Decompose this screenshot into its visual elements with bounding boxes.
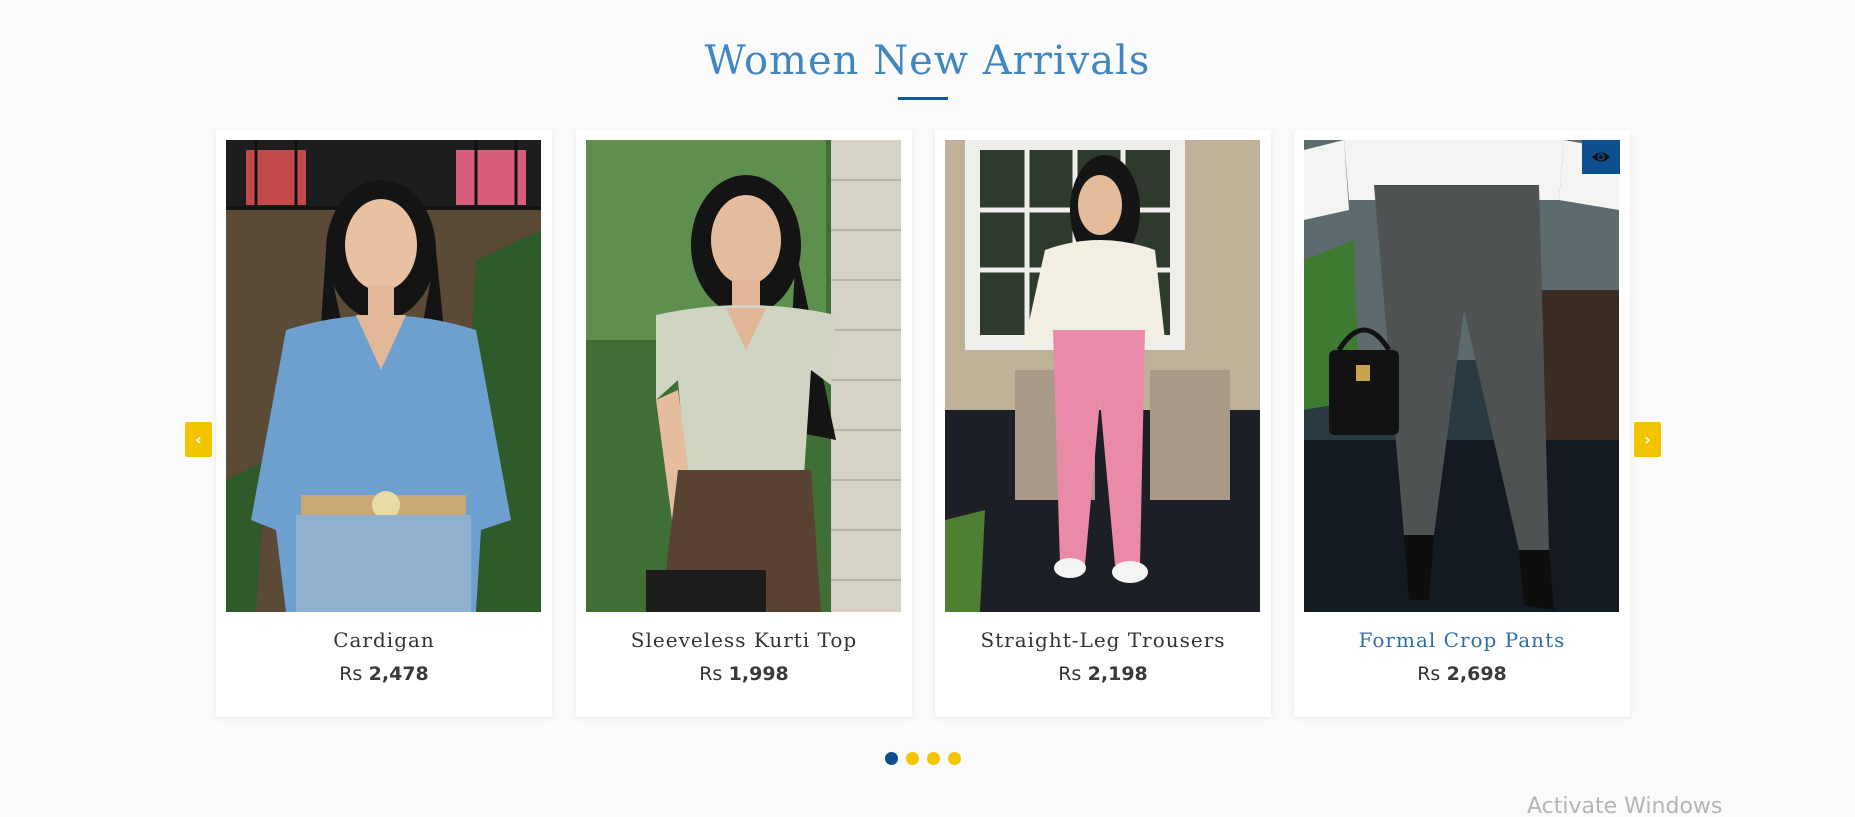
price-amount: 2,478: [368, 663, 429, 685]
product-price: Rs 2,698: [1294, 661, 1630, 685]
product-carousel: Cardigan Rs 2,478 Sleeveless Kurti Top R…: [0, 0, 1855, 817]
price-amount: 1,998: [728, 663, 789, 685]
quick-view-button[interactable]: [1582, 140, 1620, 174]
carousel-prev-button[interactable]: ‹: [185, 422, 212, 457]
price-currency: Rs: [1058, 663, 1082, 685]
price-currency: Rs: [699, 663, 723, 685]
product-card-straight-leg-trousers[interactable]: Straight-Leg Trousers Rs 2,198: [935, 130, 1271, 717]
carousel-dot-2[interactable]: [906, 752, 919, 765]
price-currency: Rs: [339, 663, 363, 685]
product-name[interactable]: Formal Crop Pants: [1294, 628, 1630, 652]
carousel-dot-4[interactable]: [948, 752, 961, 765]
chevron-right-icon: ›: [1644, 430, 1651, 449]
product-image[interactable]: [226, 140, 541, 612]
chevron-left-icon: ‹: [195, 430, 202, 449]
activate-windows-watermark: Activate Windows: [1527, 794, 1723, 817]
product-price: Rs 2,478: [216, 661, 552, 685]
price-amount: 2,698: [1446, 663, 1507, 685]
price-amount: 2,198: [1087, 663, 1148, 685]
carousel-pagination: [885, 752, 961, 765]
product-image[interactable]: [945, 140, 1260, 612]
product-name[interactable]: Sleeveless Kurti Top: [576, 628, 912, 652]
price-currency: Rs: [1417, 663, 1441, 685]
product-card-cardigan[interactable]: Cardigan Rs 2,478: [216, 130, 552, 717]
product-card-formal-crop-pants[interactable]: Formal Crop Pants Rs 2,698: [1294, 130, 1630, 717]
product-image[interactable]: [1304, 140, 1619, 612]
carousel-dot-1[interactable]: [885, 752, 898, 765]
carousel-dot-3[interactable]: [927, 752, 940, 765]
eye-icon: [1592, 152, 1610, 162]
product-name[interactable]: Straight-Leg Trousers: [935, 628, 1271, 652]
product-price: Rs 1,998: [576, 661, 912, 685]
product-image[interactable]: [586, 140, 901, 612]
product-price: Rs 2,198: [935, 661, 1271, 685]
product-name[interactable]: Cardigan: [216, 628, 552, 652]
carousel-next-button[interactable]: ›: [1634, 422, 1661, 457]
product-card-sleeveless-kurti-top[interactable]: Sleeveless Kurti Top Rs 1,998: [576, 130, 912, 717]
